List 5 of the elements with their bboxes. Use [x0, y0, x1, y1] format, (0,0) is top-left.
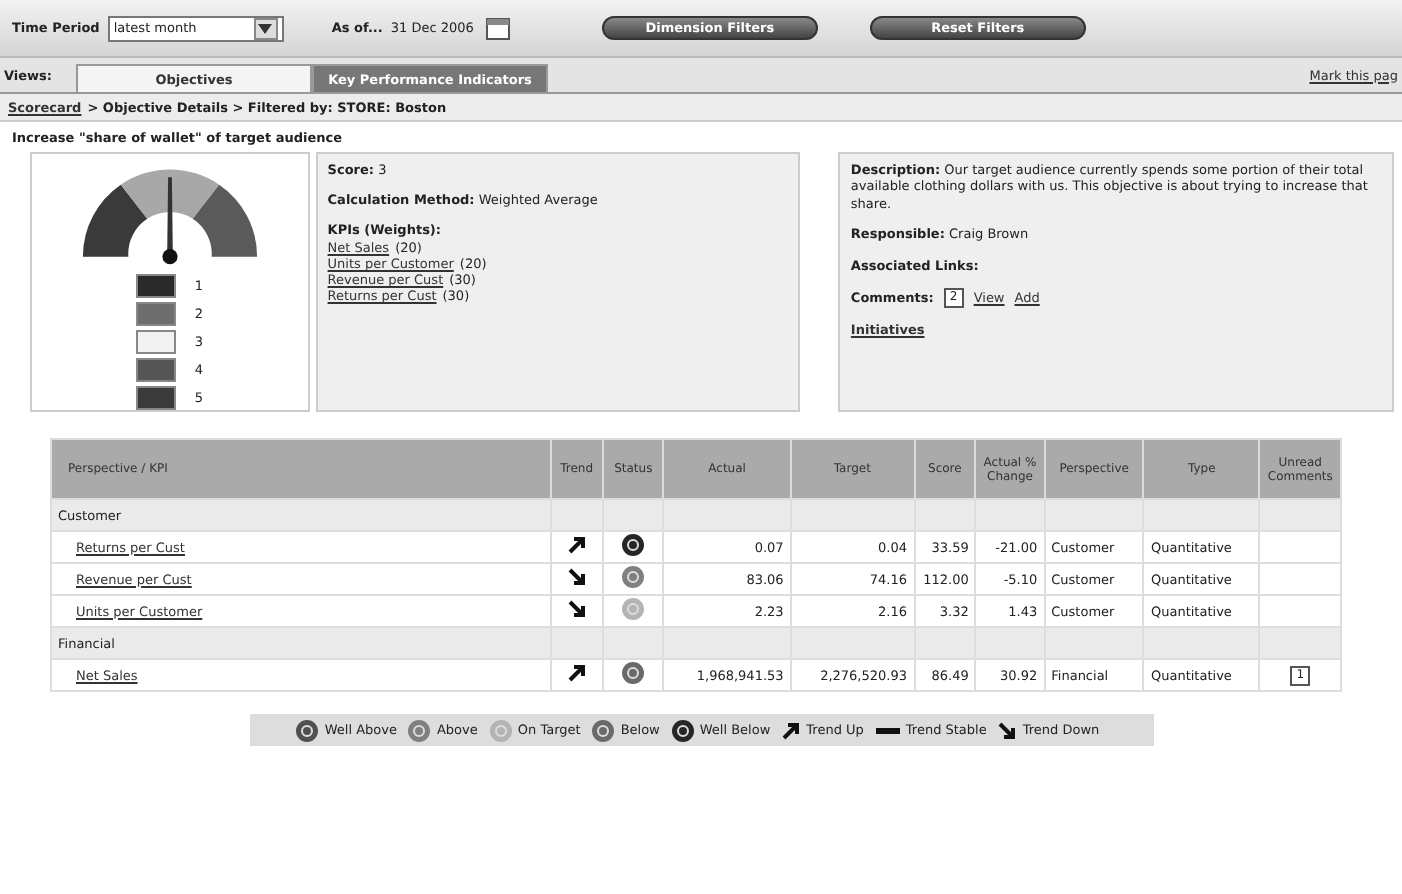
trend-down-icon	[998, 721, 1017, 739]
trend-stable-icon	[875, 727, 900, 733]
calendar-icon[interactable]	[485, 17, 510, 39]
trend-up-icon	[782, 721, 801, 739]
dropdown-arrow-icon	[253, 17, 278, 39]
